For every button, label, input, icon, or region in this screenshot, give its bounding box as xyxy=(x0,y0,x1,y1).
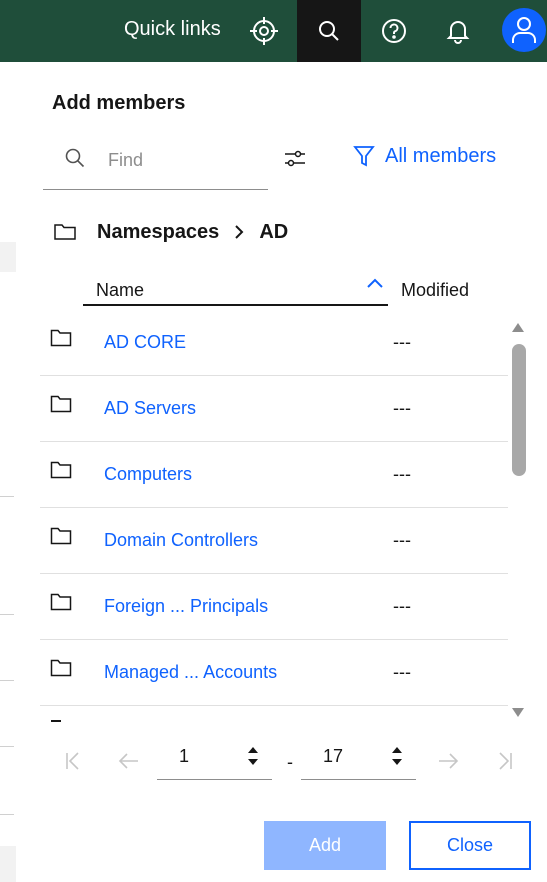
list-item[interactable]: Managed ... Accounts --- xyxy=(40,640,508,706)
list-item-name[interactable]: Managed ... Accounts xyxy=(104,662,277,683)
list-item-modified: --- xyxy=(393,398,411,418)
add-button[interactable]: Add xyxy=(264,821,386,870)
background-block xyxy=(0,846,16,882)
background-divider xyxy=(0,746,14,747)
list-item-modified: --- xyxy=(393,530,411,550)
help-icon[interactable] xyxy=(362,0,426,62)
background-divider xyxy=(0,814,14,815)
list-item[interactable]: Computers --- xyxy=(40,442,508,508)
folder-icon xyxy=(50,593,72,611)
close-button[interactable]: Close xyxy=(409,821,531,870)
search-icon xyxy=(65,148,85,173)
column-header-name-label: Name xyxy=(96,280,145,300)
breadcrumb-item-ad: AD xyxy=(259,220,289,243)
page-range-separator: - xyxy=(287,752,293,772)
breadcrumb: Namespaces AD xyxy=(53,220,288,244)
user-avatar-icon[interactable] xyxy=(502,8,546,52)
scroll-up-arrow-icon[interactable] xyxy=(510,320,526,334)
folder-icon xyxy=(50,527,72,545)
background-block xyxy=(0,242,16,272)
background-page-edge xyxy=(0,62,16,882)
page-end-value: 17 xyxy=(323,746,344,766)
list-item-modified: --- xyxy=(393,662,411,682)
next-page-icon[interactable] xyxy=(433,746,463,776)
list-item-name[interactable]: Computers xyxy=(104,464,192,485)
column-header-name[interactable]: Name xyxy=(83,268,388,306)
sort-ascending-icon[interactable] xyxy=(366,276,384,290)
notification-bell-icon[interactable] xyxy=(426,0,490,62)
page-end-input[interactable]: 17 xyxy=(301,734,416,780)
previous-page-icon[interactable] xyxy=(114,746,144,776)
top-bar: Quick links xyxy=(0,0,547,62)
folder-icon xyxy=(50,659,72,677)
search-icon[interactable] xyxy=(297,0,361,62)
all-members-label: All members xyxy=(385,144,497,167)
filter-funnel-icon xyxy=(353,146,375,167)
folder-icon xyxy=(50,329,72,347)
list-item[interactable]: Foreign ... Principals --- xyxy=(40,574,508,640)
add-members-panel: Add members All members Namespaces xyxy=(16,62,547,882)
background-divider xyxy=(0,496,14,497)
list-item[interactable]: Domain Controllers --- xyxy=(40,508,508,574)
quick-links-label[interactable]: Quick links xyxy=(124,18,221,41)
list-item[interactable]: AD CORE --- xyxy=(40,310,508,376)
breadcrumb-item-namespaces[interactable]: Namespaces xyxy=(97,221,219,244)
stepper-icon[interactable] xyxy=(246,744,260,768)
background-divider xyxy=(0,614,14,615)
page-start-input[interactable]: 1 xyxy=(157,734,272,780)
list-item-modified: --- xyxy=(393,596,411,616)
folder-icon xyxy=(54,224,76,240)
list-item-name[interactable]: Domain Controllers xyxy=(104,530,258,551)
scrollbar-thumb[interactable] xyxy=(512,344,526,476)
background-divider xyxy=(0,680,14,681)
search-input[interactable] xyxy=(108,146,258,174)
last-page-icon[interactable] xyxy=(490,746,520,776)
panel-title: Add members xyxy=(52,92,186,114)
column-header-modified[interactable]: Modified xyxy=(401,280,469,301)
all-members-filter[interactable]: All members xyxy=(353,144,496,168)
list-item[interactable]: AD Servers --- xyxy=(40,376,508,442)
target-icon[interactable] xyxy=(232,0,296,62)
scroll-down-arrow-icon[interactable] xyxy=(510,706,526,720)
list-item-partial xyxy=(51,720,61,722)
chevron-right-icon xyxy=(233,224,245,240)
folder-icon xyxy=(50,461,72,479)
first-page-icon[interactable] xyxy=(58,746,88,776)
folder-icon xyxy=(50,395,72,413)
list-item-modified: --- xyxy=(393,332,411,352)
sliders-icon[interactable] xyxy=(282,146,308,172)
list-item-name[interactable]: Foreign ... Principals xyxy=(104,596,268,617)
list-item-name[interactable]: AD CORE xyxy=(104,332,186,353)
list-item-modified: --- xyxy=(393,464,411,484)
stepper-icon[interactable] xyxy=(390,744,404,768)
page-start-value: 1 xyxy=(179,746,190,766)
list-item-name[interactable]: AD Servers xyxy=(104,398,196,419)
member-list: AD CORE --- AD Servers --- Computers ---… xyxy=(40,310,510,722)
